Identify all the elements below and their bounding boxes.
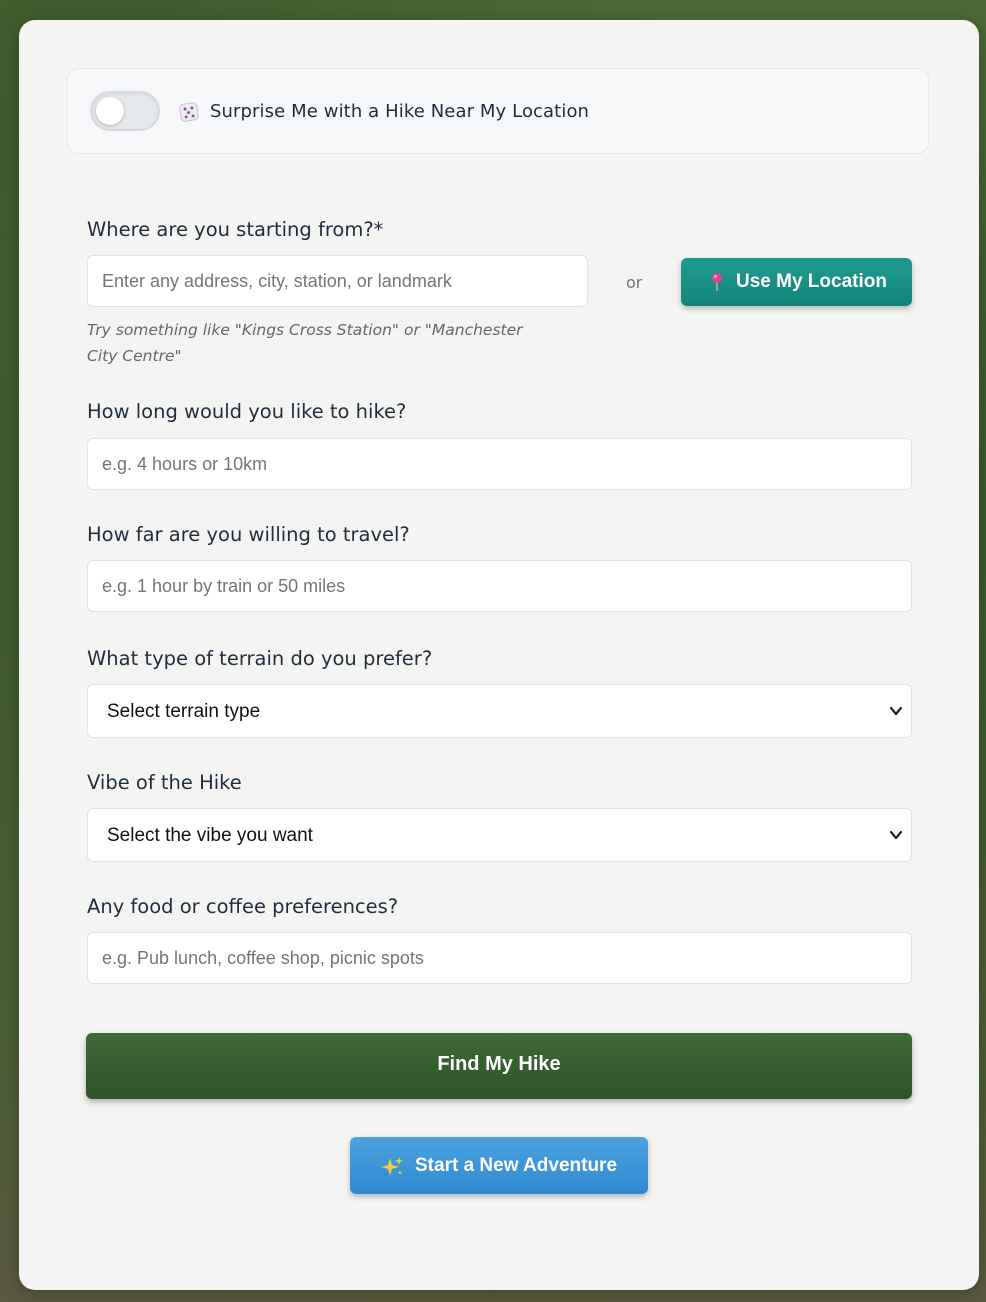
hike-duration-label: How long would you like to hike?: [87, 400, 407, 423]
find-my-hike-button[interactable]: Find My Hike: [86, 1033, 912, 1099]
chevron-down-icon: [889, 706, 903, 716]
terrain-selected-value: Select terrain type: [107, 701, 261, 722]
terrain-label: What type of terrain do you prefer?: [87, 647, 433, 670]
surprise-me-panel: Surprise Me with a Hike Near My Location: [67, 68, 929, 154]
start-new-adventure-label: Start a New Adventure: [415, 1155, 618, 1176]
dice-icon: [178, 101, 200, 123]
vibe-label: Vibe of the Hike: [87, 771, 242, 794]
food-preferences-input[interactable]: [87, 932, 912, 984]
use-my-location-label: Use My Location: [736, 271, 887, 292]
surprise-me-label: Surprise Me with a Hike Near My Location: [210, 101, 590, 122]
toggle-knob: [96, 97, 124, 125]
find-my-hike-label: Find My Hike: [437, 1053, 561, 1075]
or-separator: or: [626, 273, 643, 292]
vibe-select[interactable]: Select the vibe you want: [87, 808, 912, 862]
use-my-location-button[interactable]: Use My Location: [681, 258, 912, 306]
vibe-selected-value: Select the vibe you want: [107, 825, 313, 846]
terrain-select[interactable]: Select terrain type: [87, 684, 912, 738]
start-location-input[interactable]: [87, 255, 588, 307]
surprise-me-toggle[interactable]: [90, 91, 160, 131]
pin-icon: [712, 273, 722, 291]
hike-duration-input[interactable]: [87, 438, 912, 490]
start-location-hint: Try something like "Kings Cross Station"…: [87, 321, 523, 365]
travel-distance-label: How far are you willing to travel?: [87, 523, 410, 546]
start-new-adventure-button[interactable]: Start a New Adventure: [350, 1137, 648, 1194]
travel-distance-input[interactable]: [87, 560, 912, 612]
chevron-down-icon: [889, 830, 903, 840]
hike-form-card: Surprise Me with a Hike Near My Location…: [19, 20, 979, 1290]
sparkles-icon: [381, 1157, 403, 1176]
food-preferences-label: Any food or coffee preferences?: [87, 895, 399, 918]
start-location-label: Where are you starting from?*: [87, 218, 384, 241]
